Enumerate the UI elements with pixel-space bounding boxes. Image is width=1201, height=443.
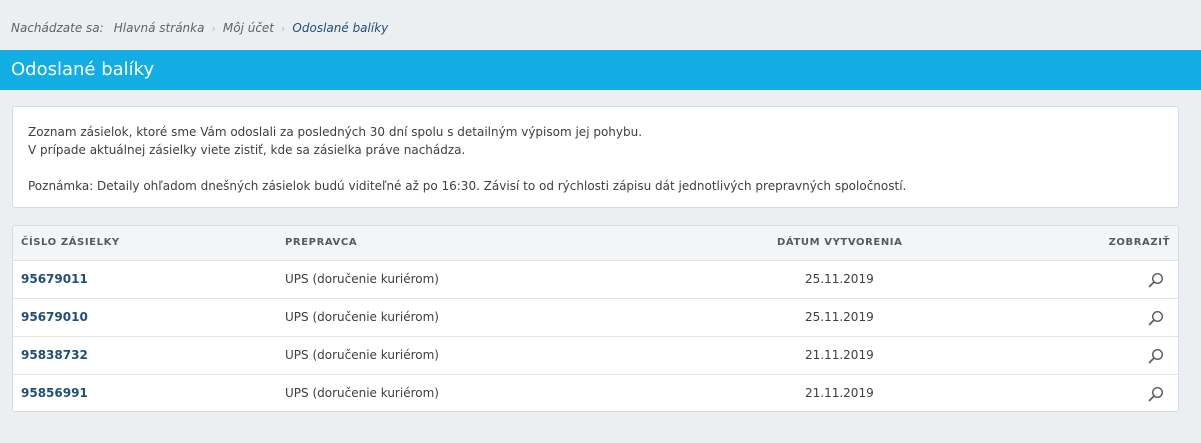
date-cell: 21.11.2019 — [805, 386, 874, 400]
header-shipment-number[interactable]: ČÍSLO ZÁSIELKY — [21, 237, 120, 248]
chevron-right-icon: › — [281, 21, 286, 35]
table-row: 95856991 UPS (doručenie kuriérom) 21.11.… — [13, 375, 1178, 411]
info-panel: Zoznam zásielok, ktoré sme Vám odoslali … — [12, 106, 1179, 208]
carrier-cell: UPS (doručenie kuriérom) — [285, 310, 439, 324]
breadcrumb: Nachádzate sa: Hlavná stránka › Môj účet… — [11, 21, 388, 35]
shipment-number-link[interactable]: 95679011 — [21, 272, 88, 286]
date-cell: 25.11.2019 — [805, 310, 874, 324]
table-header: ČÍSLO ZÁSIELKY PREPRAVCA DÁTUM VYTVORENI… — [13, 226, 1178, 261]
table-row: 95838732 UPS (doručenie kuriérom) 21.11.… — [13, 337, 1178, 375]
page-title: Odoslané balíky — [11, 59, 155, 80]
page-title-bar: Odoslané balíky — [0, 50, 1201, 90]
info-line-1: Zoznam zásielok, ktoré sme Vám odoslali … — [28, 125, 643, 139]
breadcrumb-item-current: Odoslané balíky — [292, 21, 389, 35]
info-note: Poznámka: Detaily ohľadom dnešných zásie… — [28, 179, 907, 193]
shipment-number-link[interactable]: 95856991 — [21, 386, 88, 400]
header-view: ZOBRAZIŤ — [1108, 237, 1170, 248]
breadcrumb-item-home[interactable]: Hlavná stránka — [114, 21, 205, 35]
search-icon[interactable] — [1148, 272, 1164, 288]
shipment-number-link[interactable]: 95679010 — [21, 310, 88, 324]
carrier-cell: UPS (doručenie kuriérom) — [285, 386, 439, 400]
shipment-number-link[interactable]: 95838732 — [21, 348, 88, 362]
carrier-cell: UPS (doručenie kuriérom) — [285, 348, 439, 362]
date-cell: 21.11.2019 — [805, 348, 874, 362]
breadcrumb-prefix: Nachádzate sa: — [11, 21, 104, 35]
search-icon[interactable] — [1148, 310, 1164, 326]
shipments-table: ČÍSLO ZÁSIELKY PREPRAVCA DÁTUM VYTVORENI… — [12, 225, 1179, 412]
search-icon[interactable] — [1148, 386, 1164, 402]
breadcrumb-item-account[interactable]: Môj účet — [223, 21, 274, 35]
info-line-2: V prípade aktuálnej zásielky viete zisti… — [28, 143, 466, 157]
header-date-created[interactable]: DÁTUM VYTVORENIA — [777, 237, 902, 248]
table-row: 95679011 UPS (doručenie kuriérom) 25.11.… — [13, 261, 1178, 299]
chevron-right-icon: › — [211, 21, 216, 35]
header-carrier[interactable]: PREPRAVCA — [285, 237, 357, 248]
date-cell: 25.11.2019 — [805, 272, 874, 286]
table-row: 95679010 UPS (doručenie kuriérom) 25.11.… — [13, 299, 1178, 337]
carrier-cell: UPS (doručenie kuriérom) — [285, 272, 439, 286]
search-icon[interactable] — [1148, 348, 1164, 364]
